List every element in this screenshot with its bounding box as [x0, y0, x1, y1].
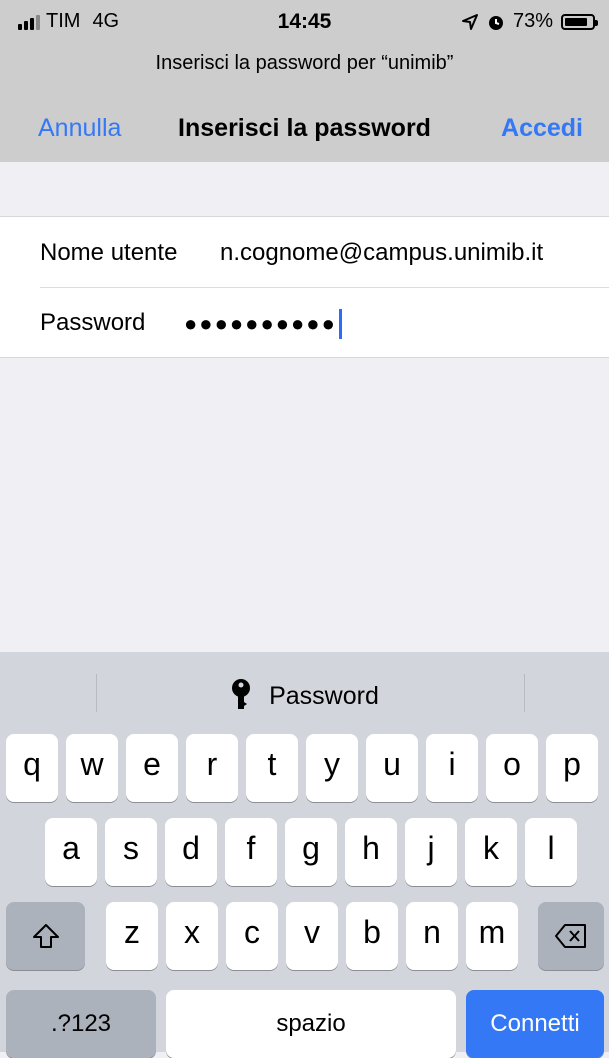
key-label: s: [123, 830, 139, 866]
login-form: Nome utente n.cognome@campus.unimib.it P…: [0, 216, 609, 358]
key-label: x: [184, 914, 200, 950]
suggestion-bar: Password: [0, 652, 609, 732]
key-label: l: [547, 830, 555, 866]
backspace-icon: [555, 924, 586, 948]
password-field[interactable]: ●●●●●●●●●●: [184, 309, 342, 339]
key-j[interactable]: j: [405, 818, 457, 886]
key-f[interactable]: f: [225, 818, 277, 886]
alarm-icon: [488, 15, 503, 30]
key-o[interactable]: o: [486, 734, 538, 802]
key-r[interactable]: r: [186, 734, 238, 802]
key-i[interactable]: i: [426, 734, 478, 802]
key-label: o: [503, 746, 521, 782]
key-label: e: [143, 746, 161, 782]
key-u[interactable]: u: [366, 734, 418, 802]
key-h[interactable]: h: [345, 818, 397, 886]
key-label: m: [478, 914, 506, 950]
key-label: n: [423, 914, 441, 950]
status-right: 73%: [461, 10, 598, 33]
battery-icon: [561, 13, 598, 30]
username-row[interactable]: Nome utente n.cognome@campus.unimib.it: [0, 217, 609, 287]
key-q[interactable]: q: [6, 734, 58, 802]
key-w[interactable]: w: [66, 734, 118, 802]
shift-key[interactable]: [6, 902, 85, 970]
key-l[interactable]: l: [525, 818, 577, 886]
username-label: Nome utente: [40, 239, 178, 266]
key-label: j: [427, 830, 435, 866]
numbers-key-label: .?123: [50, 1010, 112, 1037]
location-icon: [461, 13, 478, 30]
key-label: q: [23, 746, 41, 782]
password-suggestion[interactable]: Password: [0, 678, 609, 711]
key-label: p: [563, 746, 581, 782]
key-d[interactable]: d: [165, 818, 217, 886]
connect-key[interactable]: Connetti: [466, 990, 604, 1058]
key-label: f: [246, 830, 256, 866]
shift-icon: [32, 924, 59, 948]
nav-bar: Annulla Inserisci la password Accedi: [0, 108, 609, 148]
space-key[interactable]: spazio: [166, 990, 456, 1058]
key-label: z: [124, 914, 140, 950]
key-label: k: [483, 830, 499, 866]
key-v[interactable]: v: [286, 902, 338, 970]
password-label: Password: [40, 309, 146, 336]
key-g[interactable]: g: [285, 818, 337, 886]
key-b[interactable]: b: [346, 902, 398, 970]
key-label: a: [62, 830, 80, 866]
key-label: y: [324, 746, 340, 782]
password-mask: ●●●●●●●●●●: [184, 311, 337, 336]
key-label: d: [182, 830, 200, 866]
key-label: r: [206, 746, 218, 782]
text-cursor: [338, 309, 342, 339]
key-z[interactable]: z: [106, 902, 158, 970]
username-field[interactable]: n.cognome@campus.unimib.it: [220, 239, 543, 267]
status-bar: TIM 4G 14:45 73%: [0, 0, 609, 42]
key-y[interactable]: y: [306, 734, 358, 802]
password-prompt: Inserisci la password per “unimib”: [155, 52, 454, 74]
login-button[interactable]: Accedi: [501, 114, 583, 143]
top-bar: TIM 4G 14:45 73% Inserisci la password p…: [0, 0, 609, 162]
numbers-key[interactable]: .?123: [6, 990, 156, 1058]
key-label: i: [448, 746, 456, 782]
key-a[interactable]: a: [45, 818, 97, 886]
key-icon: [232, 679, 251, 709]
key-p[interactable]: p: [546, 734, 598, 802]
backspace-key[interactable]: [538, 902, 604, 970]
key-s[interactable]: s: [105, 818, 157, 886]
key-label: h: [362, 830, 380, 866]
key-n[interactable]: n: [406, 902, 458, 970]
key-m[interactable]: m: [466, 902, 518, 970]
key-x[interactable]: x: [166, 902, 218, 970]
key-label: b: [363, 914, 381, 950]
key-label: c: [244, 914, 260, 950]
key-k[interactable]: k: [465, 818, 517, 886]
key-label: v: [304, 914, 320, 950]
connect-key-label: Connetti: [490, 1010, 580, 1037]
key-label: u: [383, 746, 401, 782]
key-c[interactable]: c: [226, 902, 278, 970]
key-e[interactable]: e: [126, 734, 178, 802]
battery-percent: 73%: [512, 10, 553, 32]
key-t[interactable]: t: [246, 734, 298, 802]
key-label: t: [267, 746, 277, 782]
suggestion-label: Password: [269, 682, 379, 710]
keyboard: Password q w e r t y u i o p a s d f g h j k l z x c v b n m .?12…: [0, 652, 609, 1058]
password-row[interactable]: Password ●●●●●●●●●●: [0, 287, 609, 357]
key-label: w: [80, 746, 104, 782]
space-key-label: spazio: [276, 1010, 346, 1037]
key-label: g: [302, 830, 320, 866]
